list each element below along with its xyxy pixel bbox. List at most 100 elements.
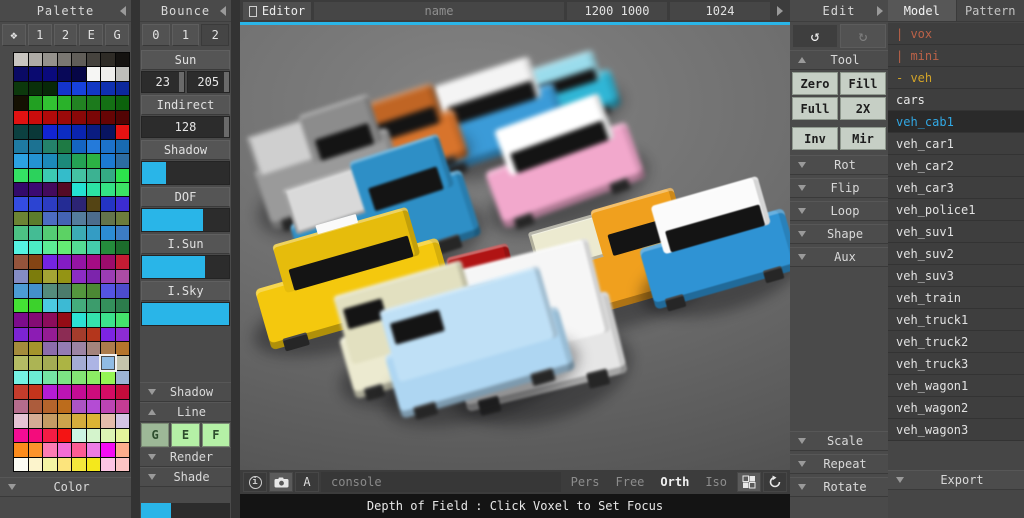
color-swatch[interactable] <box>43 284 57 297</box>
color-swatch[interactable] <box>87 140 101 153</box>
section-line[interactable]: Line <box>140 402 231 422</box>
color-swatch[interactable] <box>72 385 86 398</box>
color-swatch[interactable] <box>43 342 57 355</box>
color-swatch[interactable] <box>116 371 130 384</box>
color-swatch[interactable] <box>43 53 57 66</box>
list-item--mini[interactable]: | mini <box>888 45 1024 67</box>
color-swatch[interactable] <box>72 212 86 225</box>
section-rot[interactable]: Rot <box>790 155 888 175</box>
color-swatch[interactable] <box>87 169 101 182</box>
color-swatch[interactable] <box>87 82 101 95</box>
color-swatch[interactable] <box>101 270 115 283</box>
color-swatch[interactable] <box>29 299 43 312</box>
color-swatch[interactable] <box>14 429 28 442</box>
color-swatch[interactable] <box>87 371 101 384</box>
list-item-veh-truck1[interactable]: veh_truck1 <box>888 309 1024 331</box>
color-swatch[interactable] <box>101 212 115 225</box>
color-swatch[interactable] <box>87 226 101 239</box>
color-swatch[interactable] <box>58 125 72 138</box>
color-swatch[interactable] <box>58 270 72 283</box>
color-swatch[interactable] <box>87 255 101 268</box>
color-swatch[interactable] <box>116 255 130 268</box>
color-swatch[interactable] <box>101 226 115 239</box>
section-color[interactable]: Color <box>0 477 131 497</box>
color-swatch[interactable] <box>72 458 86 471</box>
color-swatch[interactable] <box>116 241 130 254</box>
color-swatch[interactable] <box>43 169 57 182</box>
color-swatch[interactable] <box>101 111 115 124</box>
color-swatch[interactable] <box>101 328 115 341</box>
color-swatch[interactable] <box>14 169 28 182</box>
color-swatch[interactable] <box>116 400 130 413</box>
sun-value-field-0[interactable]: 23 <box>141 71 185 93</box>
section-repeat[interactable]: Repeat <box>790 454 888 474</box>
color-swatch[interactable] <box>29 414 43 427</box>
section-flip[interactable]: Flip <box>790 178 888 198</box>
color-swatch[interactable] <box>14 183 28 196</box>
line-mode-g[interactable]: G <box>141 423 169 447</box>
color-swatch[interactable] <box>116 53 130 66</box>
color-swatch[interactable] <box>58 429 72 442</box>
section-render[interactable]: Render <box>140 447 231 467</box>
color-swatch[interactable] <box>43 255 57 268</box>
color-swatch[interactable] <box>58 67 72 80</box>
color-swatch[interactable] <box>14 255 28 268</box>
color-swatch[interactable] <box>58 53 72 66</box>
color-swatch[interactable] <box>72 443 86 456</box>
color-swatch[interactable] <box>101 197 115 210</box>
color-swatch[interactable] <box>87 67 101 80</box>
color-swatch[interactable] <box>87 328 101 341</box>
slider-shadow[interactable] <box>141 161 230 185</box>
expand-right-icon[interactable] <box>773 2 787 20</box>
list-item--veh[interactable]: - veh <box>888 67 1024 89</box>
color-swatch[interactable] <box>14 111 28 124</box>
color-swatch[interactable] <box>43 270 57 283</box>
color-swatch[interactable] <box>14 400 28 413</box>
color-swatch[interactable] <box>101 183 115 196</box>
color-swatch[interactable] <box>29 284 43 297</box>
color-swatch[interactable] <box>14 443 28 456</box>
palette-tab-2[interactable]: 2 <box>54 24 78 46</box>
color-swatch[interactable] <box>58 197 72 210</box>
collapse-left-icon[interactable] <box>120 6 126 16</box>
color-swatch[interactable] <box>43 385 57 398</box>
color-swatch[interactable] <box>58 458 72 471</box>
undo-button[interactable]: ↺ <box>792 24 838 48</box>
color-swatch[interactable] <box>14 356 28 369</box>
color-swatch[interactable] <box>101 169 115 182</box>
color-swatch[interactable] <box>72 67 86 80</box>
color-swatch[interactable] <box>43 299 57 312</box>
color-swatch[interactable] <box>116 212 130 225</box>
slider-i-sky[interactable] <box>141 302 230 326</box>
palette-tab-1[interactable]: 1 <box>28 24 52 46</box>
color-swatch[interactable] <box>14 140 28 153</box>
color-swatch[interactable] <box>14 53 28 66</box>
model-name-input[interactable]: name <box>314 2 564 20</box>
color-swatch[interactable] <box>72 197 86 210</box>
view-mode-orth[interactable]: Orth <box>652 472 697 492</box>
color-swatch[interactable] <box>14 212 28 225</box>
color-swatch[interactable] <box>101 284 115 297</box>
color-swatch[interactable] <box>116 154 130 167</box>
color-swatch[interactable] <box>87 313 101 326</box>
color-swatch[interactable] <box>72 183 86 196</box>
color-swatch[interactable] <box>101 342 115 355</box>
color-swatch[interactable] <box>101 53 115 66</box>
color-swatch[interactable] <box>14 385 28 398</box>
tool-button-zero[interactable]: Zero <box>792 72 838 95</box>
color-swatch[interactable] <box>72 414 86 427</box>
section-aux[interactable]: Aux <box>790 247 888 267</box>
color-swatch[interactable] <box>58 111 72 124</box>
palette-tab-palette-main[interactable]: ❖ <box>2 24 26 46</box>
tool-button-2x[interactable]: 2X <box>840 97 886 120</box>
color-swatch[interactable] <box>14 154 28 167</box>
slider-dof[interactable] <box>141 208 230 232</box>
color-swatch[interactable] <box>72 96 86 109</box>
color-swatch[interactable] <box>101 67 115 80</box>
color-swatch[interactable] <box>43 458 57 471</box>
voxel-viewport[interactable] <box>240 25 790 470</box>
bounce-header[interactable]: Bounce <box>140 0 231 22</box>
color-swatch[interactable] <box>87 443 101 456</box>
color-swatch[interactable] <box>101 299 115 312</box>
list-item-veh-truck2[interactable]: veh_truck2 <box>888 331 1024 353</box>
